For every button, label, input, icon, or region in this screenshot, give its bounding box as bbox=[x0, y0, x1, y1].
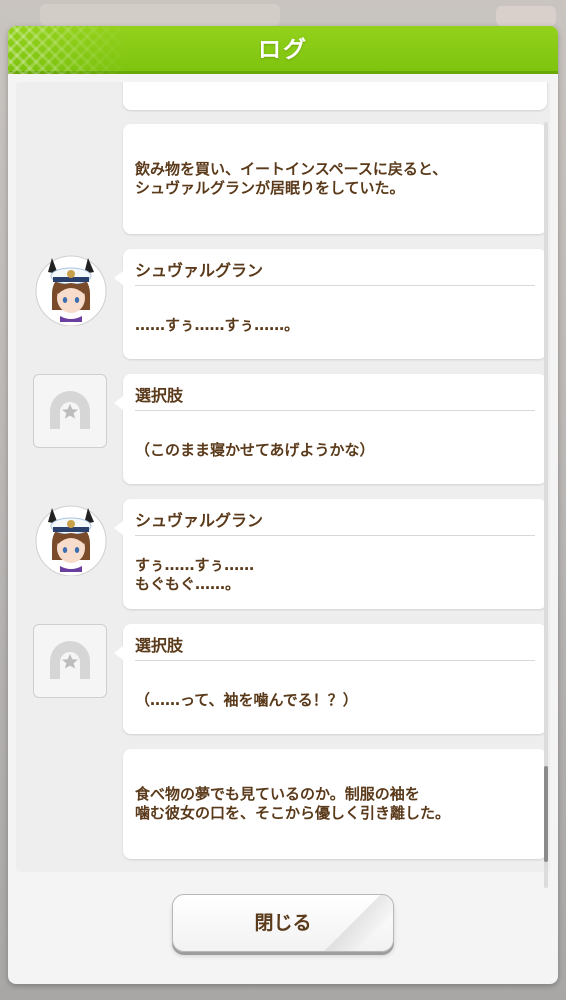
scrollbar-thumb[interactable] bbox=[544, 766, 548, 862]
close-button[interactable]: 閉じる bbox=[172, 894, 394, 952]
character-avatar-icon bbox=[32, 248, 110, 327]
log-entry-choice: 選択肢 （このまま寝かせてあげようかな） bbox=[114, 374, 547, 484]
log-scrollbar[interactable] bbox=[544, 122, 548, 888]
background-element bbox=[40, 4, 280, 26]
speaker-name: 選択肢 bbox=[135, 636, 184, 655]
log-entry-choice: 選択肢 （……って、袖を噛んでる！？） bbox=[114, 624, 547, 734]
log-entry-narration: 飲み物を買い、イートインスペースに戻ると、 シュヴァルグランが居眠りをしていた。 bbox=[123, 124, 547, 234]
divider bbox=[135, 285, 535, 286]
horseshoe-star-icon bbox=[33, 624, 107, 698]
character-avatar-icon bbox=[32, 498, 110, 577]
dialog-header: ログ bbox=[8, 26, 558, 74]
divider bbox=[135, 660, 535, 661]
dialog-title: ログ bbox=[258, 37, 308, 63]
log-entry-narration bbox=[123, 82, 547, 110]
close-button-label: 閉じる bbox=[254, 912, 312, 934]
log-entry-text: ……すぅ……すぅ……。 bbox=[135, 316, 300, 334]
divider bbox=[135, 535, 535, 536]
speaker-name: シュヴァルグラン bbox=[135, 511, 264, 530]
speaker-name: シュヴァルグラン bbox=[135, 261, 264, 280]
horseshoe-star-icon bbox=[33, 374, 107, 448]
log-dialog: ログ 飲み物を買い、イートインスペースに戻ると、 シュヴァルグランが居眠りをして… bbox=[8, 26, 558, 984]
log-entry-dialogue: シュヴァルグラン すぅ……すぅ…… もぐもぐ……。 bbox=[114, 499, 547, 609]
log-entry-narration: 食べ物の夢でも見ているのか。制服の袖を 噛む彼女の口を、そこから優しく引き離した… bbox=[123, 749, 547, 859]
background-element bbox=[496, 6, 556, 26]
speaker-name: 選択肢 bbox=[135, 386, 184, 405]
log-entry-text: 食べ物の夢でも見ているのか。制服の袖を 噛む彼女の口を、そこから優しく引き離した… bbox=[135, 785, 451, 822]
log-entry-text: （このまま寝かせてあげようかな） bbox=[135, 441, 375, 459]
log-entry-text: すぅ……すぅ…… もぐもぐ……。 bbox=[135, 556, 255, 593]
log-entry-text: （……って、袖を噛んでる！？） bbox=[135, 691, 358, 709]
log-entry-text: 飲み物を買い、イートインスペースに戻ると、 シュヴァルグランが居眠りをしていた。 bbox=[135, 160, 448, 197]
log-list[interactable]: 飲み物を買い、イートインスペースに戻ると、 シュヴァルグランが居眠りをしていた。… bbox=[16, 82, 550, 872]
divider bbox=[135, 410, 535, 411]
log-entry-dialogue: シュヴァルグラン ……すぅ……すぅ……。 bbox=[114, 249, 547, 359]
